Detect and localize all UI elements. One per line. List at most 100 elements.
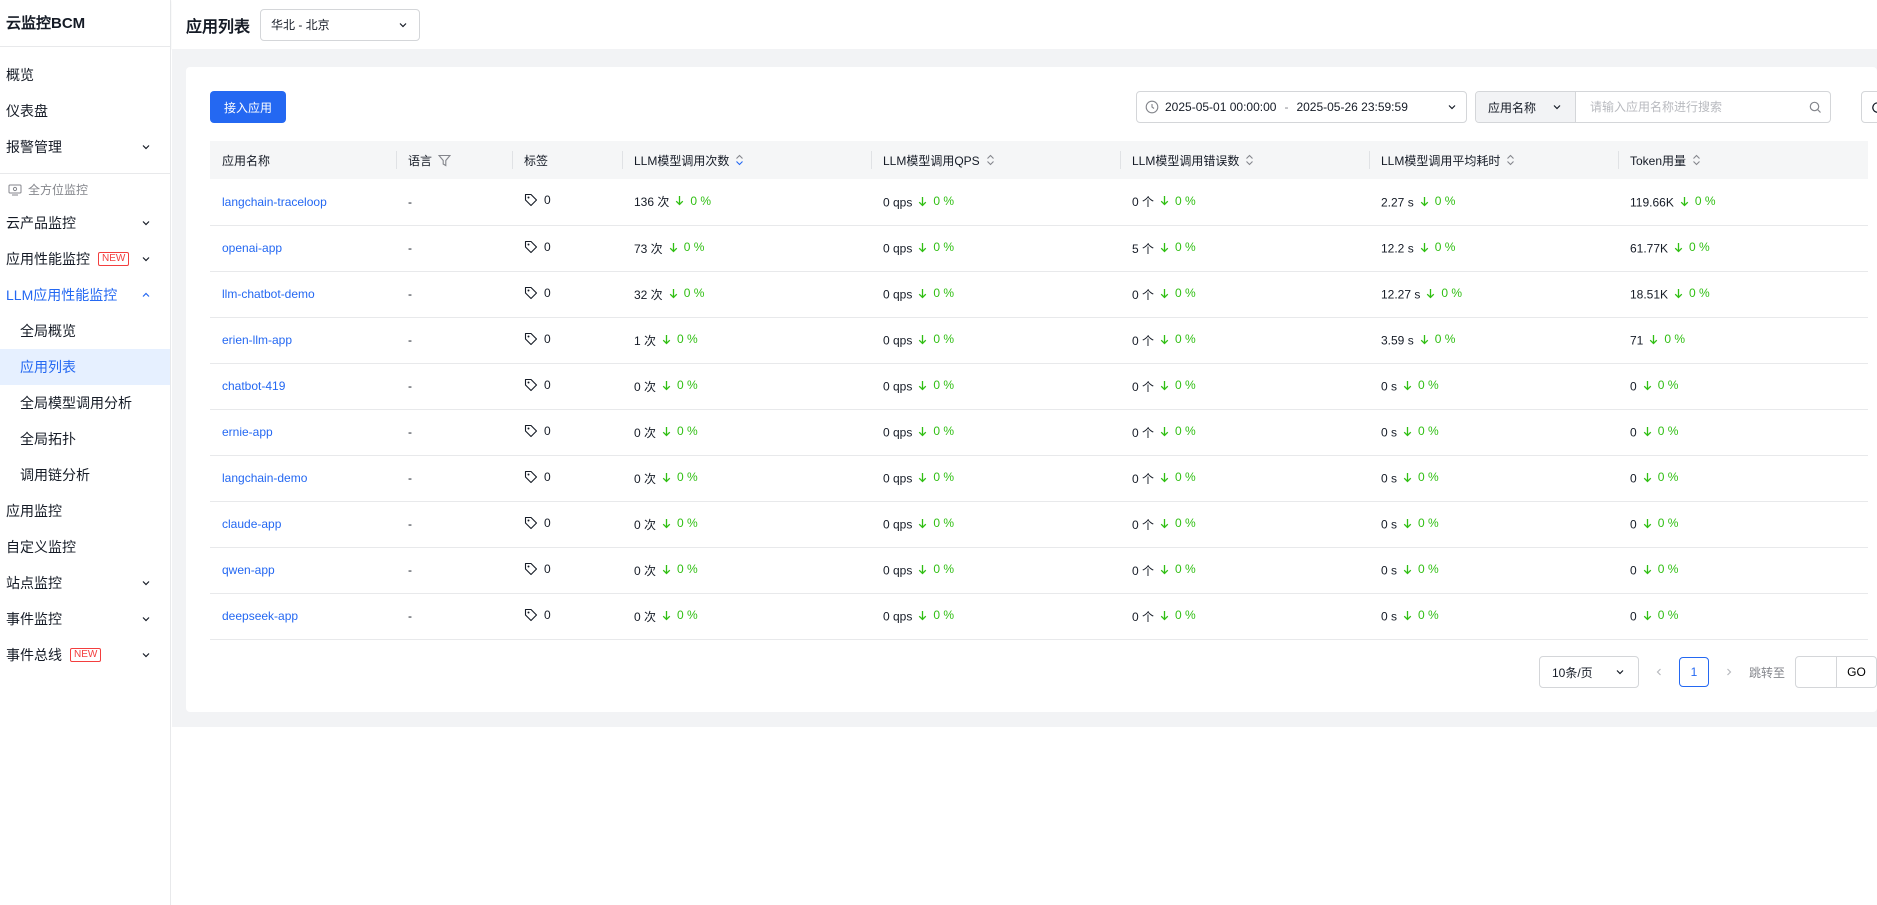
metric-value: 0 个	[1132, 517, 1155, 532]
column-header[interactable]: LLM模型调用QPS	[871, 141, 1120, 179]
trend-indicator: 0 %	[669, 240, 704, 254]
tag-count-value: 0	[544, 423, 551, 438]
next-page-button[interactable]	[1719, 656, 1739, 688]
column-header[interactable]: LLM模型调用错误数	[1120, 141, 1369, 179]
tag-count[interactable]: 0	[524, 470, 551, 484]
trend-indicator: 0 %	[669, 286, 704, 300]
app-name-link[interactable]: erien-llm-app	[222, 333, 292, 347]
search-input[interactable]	[1576, 92, 1800, 122]
trend-value: 0 %	[933, 240, 955, 255]
trend-value: 0 %	[933, 332, 955, 347]
cell-qps: 0 qps 0 %	[871, 317, 1120, 364]
trend-indicator: 0 %	[1643, 424, 1679, 439]
cell-errors: 0 个 0 %	[1120, 455, 1369, 502]
sidebar-item[interactable]: 站点监控	[0, 565, 170, 601]
sidebar-item-label: 应用性能监控	[6, 251, 90, 267]
sort-icon[interactable]	[1506, 154, 1515, 166]
cell-qps: 0 qps 0 %	[871, 409, 1120, 456]
page-size-select[interactable]: 10条/页	[1538, 656, 1639, 688]
column-header[interactable]: LLM模型调用平均耗时	[1369, 141, 1618, 179]
trend-value: 0 %	[1175, 332, 1196, 346]
sidebar-item[interactable]: 应用性能监控 NEW	[0, 241, 170, 277]
metric-value: 0 qps	[883, 195, 913, 210]
app-name-link[interactable]: openai-app	[222, 241, 282, 255]
trend-value: 0 %	[1418, 608, 1439, 623]
trend-value: 0 %	[1657, 424, 1679, 439]
sidebar-item[interactable]: 事件监控	[0, 601, 170, 637]
refresh-button[interactable]	[1861, 91, 1877, 123]
sidebar-item[interactable]: 全局模型调用分析	[0, 385, 170, 421]
trend-value: 0 %	[1175, 424, 1196, 438]
filter-icon[interactable]	[438, 154, 452, 167]
search-type-select[interactable]: 应用名称	[1476, 92, 1576, 122]
cell-tags: 0	[512, 593, 622, 640]
tag-count[interactable]: 0	[524, 424, 551, 438]
trend-value: 0 %	[1434, 194, 1456, 208]
column-header[interactable]: Token用量	[1618, 141, 1868, 179]
sort-icon[interactable]	[1245, 154, 1254, 166]
prev-page-button[interactable]	[1649, 656, 1669, 688]
sort-icon[interactable]	[1692, 154, 1701, 166]
sidebar-item[interactable]: 云产品监控	[0, 205, 170, 241]
metric-value: 12.27 s	[1381, 287, 1421, 302]
sidebar-item[interactable]: 事件总线 NEW	[0, 637, 170, 673]
column-header-inner: LLM模型调用次数	[634, 152, 859, 169]
sidebar-item[interactable]: 全局概览	[0, 313, 170, 349]
tag-count[interactable]: 0	[524, 562, 551, 576]
trend-value: 0 %	[677, 424, 698, 438]
cell-latency: 0 s 0 %	[1369, 363, 1618, 410]
date-range-picker[interactable]: 2025-05-01 00:00:00 - 2025-05-26 23:59:5…	[1136, 91, 1467, 123]
tag-count[interactable]: 0	[524, 286, 551, 300]
sidebar-item[interactable]: 全局拓扑	[0, 421, 170, 457]
sort-icon[interactable]	[735, 154, 744, 166]
app-name-link[interactable]: ernie-app	[222, 425, 273, 439]
tag-count[interactable]: 0	[524, 378, 551, 392]
arrow-down-icon	[1643, 426, 1651, 437]
column-header[interactable]: LLM模型调用次数	[622, 141, 871, 179]
tag-count[interactable]: 0	[524, 332, 551, 346]
sidebar-item[interactable]: 应用列表	[0, 349, 170, 385]
cell-language: -	[396, 317, 512, 364]
app-name-link[interactable]: langchain-demo	[222, 471, 307, 485]
tag-count-value: 0	[544, 607, 551, 622]
app-name-link[interactable]: chatbot-419	[222, 379, 285, 393]
cell-app-name: qwen-app	[210, 547, 396, 594]
sidebar-item[interactable]: 自定义监控	[0, 529, 170, 565]
sidebar-item[interactable]: 调用链分析	[0, 457, 170, 493]
trend-indicator: 0 %	[1643, 516, 1678, 530]
tag-count-value: 0	[544, 561, 551, 576]
sidebar-item[interactable]: 仪表盘	[0, 93, 170, 129]
app-name-link[interactable]: claude-app	[222, 517, 281, 531]
trend-value: 0 %	[1664, 332, 1686, 347]
tag-count[interactable]: 0	[524, 193, 551, 207]
tag-count[interactable]: 0	[524, 608, 551, 622]
jump-page-input[interactable]	[1795, 656, 1837, 688]
tag-count-value: 0	[544, 515, 551, 530]
tag-count[interactable]: 0	[524, 516, 551, 530]
tag-count[interactable]: 0	[524, 240, 551, 254]
arrow-down-icon	[1403, 472, 1412, 483]
arrow-down-icon	[1160, 380, 1169, 390]
metric-value: 0 个	[1132, 287, 1155, 302]
search-icon	[1809, 101, 1821, 113]
search-button[interactable]	[1800, 92, 1830, 122]
app-name-link[interactable]: llm-chatbot-demo	[222, 287, 315, 301]
cell-errors: 5 个 0 %	[1120, 225, 1369, 272]
cell-qps: 0 qps 0 %	[871, 455, 1120, 502]
sidebar-item[interactable]: 概览	[0, 57, 170, 93]
go-button[interactable]: GO	[1837, 656, 1877, 688]
sidebar-item[interactable]: LLM应用性能监控	[0, 277, 170, 313]
trend-value: 0 %	[677, 332, 698, 346]
metric-value: 0 个	[1132, 333, 1155, 348]
sidebar-item-left: 仪表盘	[6, 101, 48, 121]
app-name-link[interactable]: langchain-traceloop	[222, 195, 327, 209]
app-name-link[interactable]: deepseek-app	[222, 609, 298, 623]
page-number[interactable]: 1	[1678, 657, 1709, 687]
sidebar-item[interactable]: 应用监控	[0, 493, 170, 529]
sort-icon[interactable]	[986, 154, 995, 166]
sidebar-item[interactable]: 报警管理	[0, 129, 170, 165]
app-name-link[interactable]: qwen-app	[222, 563, 275, 577]
region-select[interactable]: 华北 - 北京	[260, 8, 421, 41]
tag-icon	[524, 470, 538, 483]
add-app-button[interactable]: 接入应用	[210, 91, 287, 123]
